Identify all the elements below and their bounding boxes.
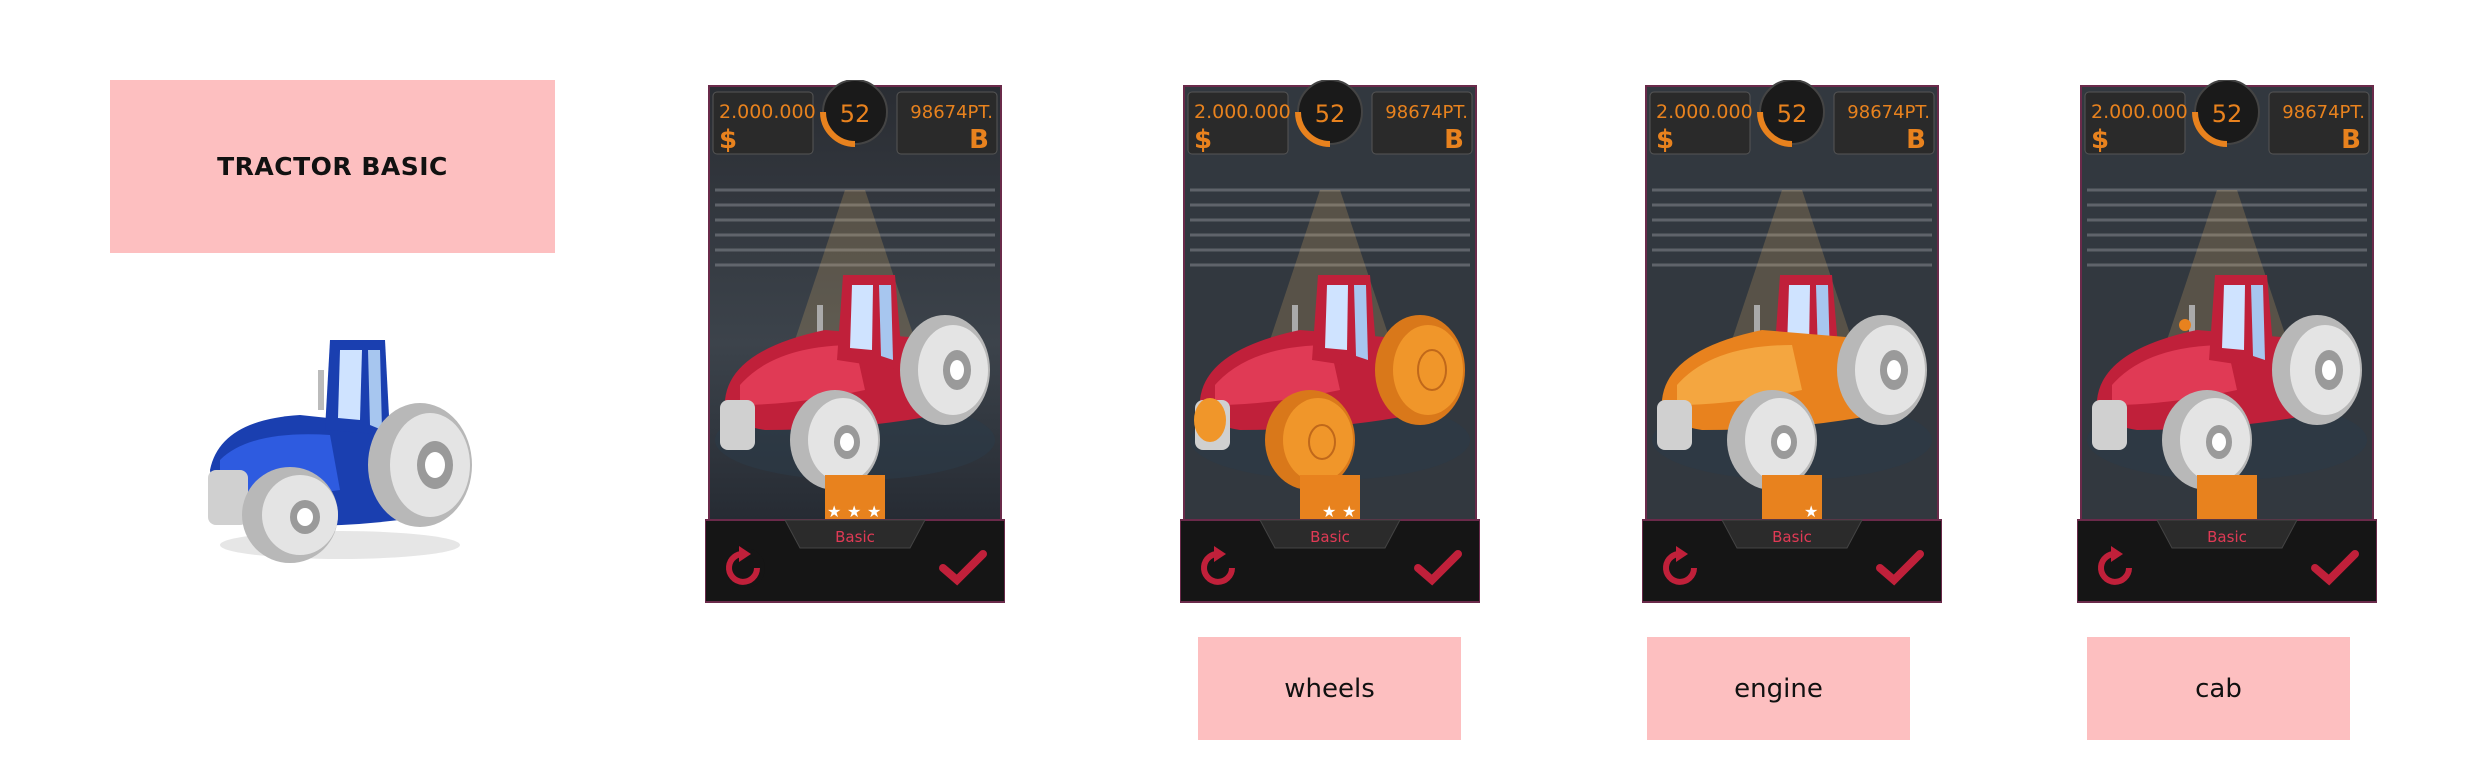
level-value: 52 [2212, 100, 2243, 128]
money-value: 2.000.000 [2091, 101, 2188, 123]
rank-icon: B [1906, 125, 1926, 155]
exhaust [817, 305, 823, 335]
svg-text:★: ★ [827, 502, 841, 521]
star-icon: ★ ★ ★ [827, 502, 881, 521]
level-value: 52 [1315, 100, 1346, 128]
star-icon: ★ ★ ★ [2199, 502, 2253, 521]
title-label: TRACTOR BASIC [110, 80, 555, 253]
money-value: 2.000.000 [1194, 101, 1291, 123]
tractor-card-1: 2.000.000 $ 52 98674PT. B Basic ★ ★ ★ [705, 80, 1005, 605]
star-icon: ★ ★ ★ [1302, 502, 1356, 521]
svg-text:★: ★ [1322, 502, 1336, 521]
garage-scene: 2.000.000 $ 52 98674PT. B Basic ★ ★ ★ [1180, 80, 1480, 603]
tractor-card-2: 2.000.000 $ 52 98674PT. B Basic ★ ★ ★ [1180, 80, 1480, 605]
wheels-label: wheels [1198, 637, 1461, 740]
svg-text:★: ★ [1764, 502, 1778, 521]
tier-label: Basic [2207, 528, 2247, 546]
points-value: 98674PT. [1385, 102, 1468, 123]
cab-label: cab [2087, 637, 2350, 740]
money-value: 2.000.000 [1656, 101, 1753, 123]
blue-tractor-image [208, 340, 472, 563]
engine-label: engine [1647, 637, 1910, 740]
tier-label: Basic [835, 528, 875, 546]
garage-scene: 2.000.000 $ 52 98674PT. B Basic ★ ★ ★ [2077, 80, 2377, 603]
garage-scene: 2.000.000 $ 52 98674PT. B Basic ★ ★ ★ [705, 80, 1005, 603]
tier-label: Basic [1310, 528, 1350, 546]
cab-highlight [2209, 275, 2275, 370]
dollar-icon: $ [1656, 125, 1674, 155]
rank-icon: B [2341, 125, 2361, 155]
points-value: 98674PT. [1847, 102, 1930, 123]
dollar-icon: $ [719, 125, 737, 155]
star-icon: ★ ★ ★ [1764, 502, 1818, 521]
svg-text:★: ★ [847, 502, 861, 521]
svg-text:★: ★ [867, 502, 881, 521]
svg-text:★: ★ [2219, 502, 2233, 521]
garage-scene: 2.000.000 $ 52 98674PT. B Basic ★ ★ ★ [1642, 80, 1942, 603]
points-value: 98674PT. [2282, 102, 2365, 123]
svg-text:★: ★ [1342, 502, 1356, 521]
dollar-icon: $ [1194, 125, 1212, 155]
svg-text:★: ★ [2239, 502, 2253, 521]
svg-text:★: ★ [1784, 502, 1798, 521]
svg-text:★: ★ [2199, 502, 2213, 521]
engine-label-text: engine [1734, 673, 1823, 704]
wheels-label-text: wheels [1284, 673, 1375, 704]
svg-text:★: ★ [1302, 502, 1316, 521]
level-value: 52 [1777, 100, 1808, 128]
dollar-icon: $ [2091, 125, 2109, 155]
tier-label: Basic [1772, 528, 1812, 546]
tractor-card-4: 2.000.000 $ 52 98674PT. B Basic ★ ★ ★ [2077, 80, 2377, 605]
level-value: 52 [840, 100, 871, 128]
points-value: 98674PT. [910, 102, 993, 123]
tractor-card-3: 2.000.000 $ 52 98674PT. B Basic ★ ★ ★ [1642, 80, 1942, 605]
rank-icon: B [1444, 125, 1464, 155]
title-text: TRACTOR BASIC [217, 152, 448, 181]
svg-text:★: ★ [1804, 502, 1818, 521]
rank-icon: B [969, 125, 989, 155]
cab-label-text: cab [2195, 673, 2242, 704]
money-value: 2.000.000 [719, 101, 816, 123]
